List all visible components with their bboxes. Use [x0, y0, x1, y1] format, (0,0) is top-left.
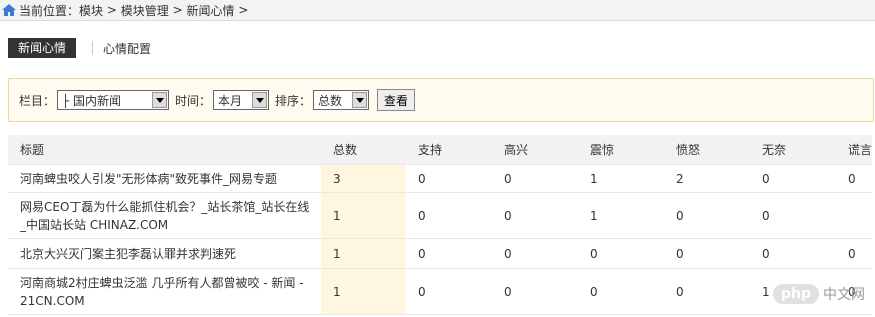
cell-helpless: 0: [750, 164, 836, 193]
filter-bar: 栏目： ├ 国内新闻 时间： 本月 排序： 总数 查看: [8, 78, 874, 122]
header-shock: 震惊: [578, 135, 664, 165]
breadcrumb-separator: >: [172, 3, 183, 17]
cell-lie: [836, 192, 872, 239]
cell-total: 1: [321, 192, 406, 239]
header-helpless: 无奈: [750, 135, 836, 165]
column-label: 栏目：: [19, 93, 56, 108]
header-angry: 愤怒: [664, 135, 750, 165]
header-happy: 高兴: [492, 135, 578, 165]
cell-support: 0: [406, 164, 492, 193]
row-title-link[interactable]: 网易CEO丁磊为什么能抓住机会？_站长茶馆_站长在线_中国站长站 CHINAZ.…: [8, 192, 321, 239]
column-select[interactable]: ├ 国内新闻: [57, 90, 170, 110]
sort-select-value: 总数: [318, 93, 343, 108]
header-title: 标题: [8, 135, 321, 165]
sort-select[interactable]: 总数: [313, 90, 370, 110]
cell-lie: 0: [836, 164, 872, 193]
cell-angry: 0: [664, 192, 750, 239]
tab-mood-config[interactable]: 心情配置: [103, 40, 151, 57]
time-select-value: 本月: [218, 93, 243, 108]
chevron-down-icon: [252, 92, 268, 108]
table-row: 网易CEO丁磊为什么能抓住机会？_站长茶馆_站长在线_中国站长站 CHINAZ.…: [8, 192, 872, 239]
breadcrumb-separator: >: [106, 3, 117, 17]
breadcrumb: 当前位置： 模块 > 模块管理 > 新闻心情 >: [0, 0, 875, 21]
time-label: 时间：: [175, 93, 212, 108]
table-row: 河南蜱虫咬人引发"无形体病"致死事件_网易专题 3 0 0 1 2 0 0: [8, 164, 872, 193]
header-total: 总数: [321, 135, 406, 165]
chevron-down-icon: [352, 92, 368, 108]
table-header-row: 标题 总数 支持 高兴 震惊 愤怒 无奈 谎言: [8, 135, 872, 165]
view-button[interactable]: 查看: [377, 89, 416, 111]
watermark-text: 中文网: [823, 287, 865, 303]
cell-helpless: 0: [750, 238, 836, 269]
row-title-link[interactable]: 北京大兴灭门案主犯李磊认罪并求判速死: [8, 238, 321, 269]
cell-happy: 0: [492, 192, 578, 239]
cell-shock: 0: [578, 268, 664, 315]
cell-helpless: 0: [750, 192, 836, 239]
cell-support: 0: [406, 238, 492, 269]
cell-support: 0: [406, 192, 492, 239]
cell-total: 1: [321, 268, 406, 315]
sub-tabs: 新闻心情 心情配置: [8, 38, 151, 58]
cell-lie: 0: [836, 238, 872, 269]
tab-news-mood[interactable]: 新闻心情: [8, 38, 77, 58]
cell-support: 0: [406, 268, 492, 315]
cell-total: 1: [321, 238, 406, 269]
cell-shock: 0: [578, 238, 664, 269]
mood-table: 标题 总数 支持 高兴 震惊 愤怒 无奈 谎言 河南蜱虫咬人引发"无形体病"致死…: [8, 135, 872, 315]
cell-happy: 0: [492, 164, 578, 193]
cell-happy: 0: [492, 238, 578, 269]
cell-shock: 1: [578, 192, 664, 239]
header-support: 支持: [406, 135, 492, 165]
cell-angry: 2: [664, 164, 750, 193]
breadcrumb-item-module[interactable]: 模块: [79, 2, 103, 19]
header-lie: 谎言: [836, 135, 872, 165]
breadcrumb-item-news-mood[interactable]: 新闻心情: [186, 2, 234, 19]
row-title-link[interactable]: 河南商城2村庄蜱虫泛滥 几乎所有人都曾被咬 - 新闻 - 21CN.COM: [8, 268, 321, 315]
breadcrumb-separator: >: [238, 3, 249, 17]
breadcrumb-label: 当前位置：: [19, 3, 80, 18]
chevron-down-icon: [152, 92, 168, 108]
time-select[interactable]: 本月: [213, 90, 270, 110]
column-select-value: ├ 国内新闻: [62, 93, 122, 108]
table-row: 河南商城2村庄蜱虫泛滥 几乎所有人都曾被咬 - 新闻 - 21CN.COM 1 …: [8, 268, 872, 315]
cell-angry: 0: [664, 238, 750, 269]
cell-angry: 0: [664, 268, 750, 315]
tab-divider: [92, 41, 94, 55]
row-title-link[interactable]: 河南蜱虫咬人引发"无形体病"致死事件_网易专题: [8, 164, 321, 193]
watermark-badge: php: [772, 284, 819, 304]
cell-happy: 0: [492, 268, 578, 315]
table-row: 北京大兴灭门案主犯李磊认罪并求判速死 1 0 0 0 0 0 0: [8, 238, 872, 269]
php-watermark: php 中文网: [772, 284, 865, 304]
sort-label: 排序：: [275, 93, 312, 108]
home-icon[interactable]: [1, 2, 17, 18]
cell-total: 3: [321, 164, 406, 193]
cell-shock: 1: [578, 164, 664, 193]
breadcrumb-item-module-manage[interactable]: 模块管理: [121, 2, 169, 19]
